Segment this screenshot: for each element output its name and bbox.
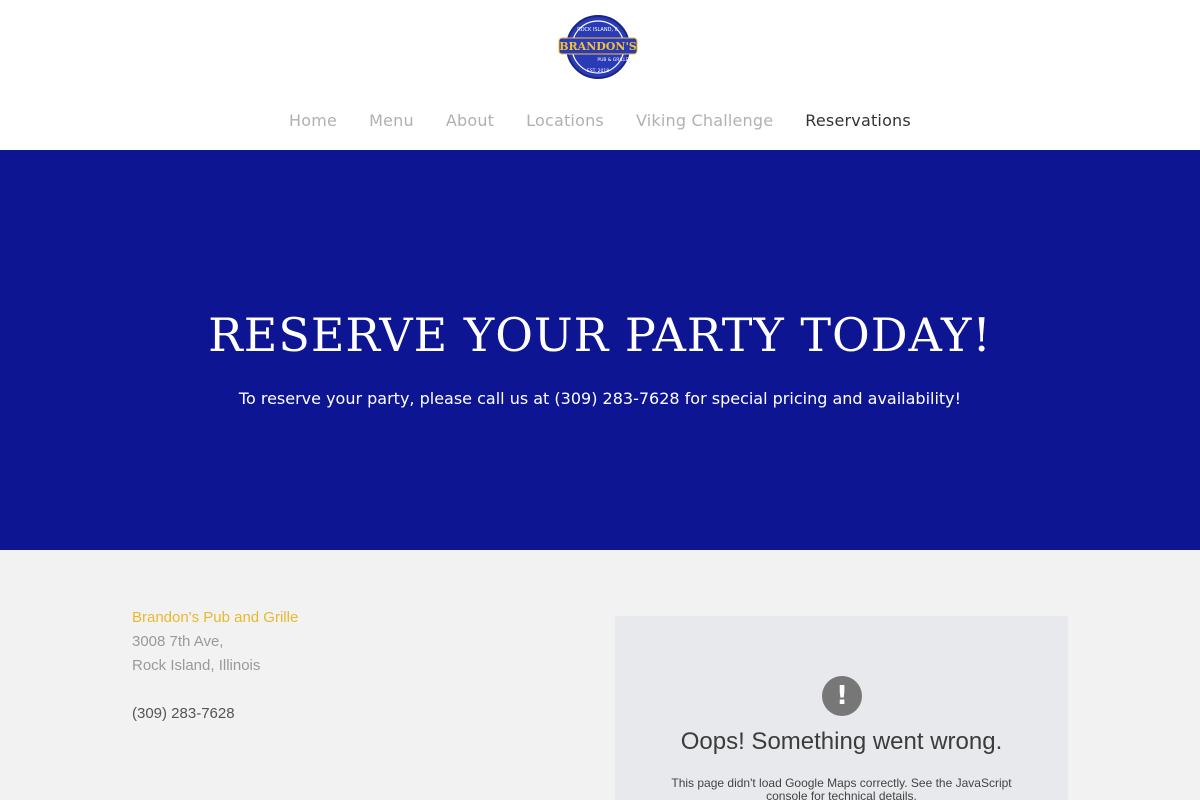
brandons-logo[interactable]: ROCK ISLAND, IL BRANDON'S PUB & GRILLE E… [557,14,639,80]
phone-number[interactable]: (309) 283-7628 [132,702,532,726]
contact-info: Brandon's Pub and Grille 3008 7th Ave, R… [132,606,532,726]
nav-locations[interactable]: Locations [526,111,604,130]
map-error-message: This page didn't load Google Maps correc… [671,776,1012,800]
logo-est: EST. 2018 [587,68,609,74]
nav-home[interactable]: Home [289,111,337,130]
nav-viking-challenge[interactable]: Viking Challenge [636,111,773,130]
hero-banner: RESERVE YOUR PARTY TODAY! To reserve you… [0,150,1200,550]
address-line-1: 3008 7th Ave, [132,633,224,650]
error-icon: ! [822,676,862,716]
map-embed[interactable]: ! Oops! Something went wrong. This page … [615,616,1068,800]
hero-title: RESERVE YOUR PARTY TODAY! [208,308,992,362]
main-nav: Home Menu About Locations Viking Challen… [0,108,1200,132]
nav-about[interactable]: About [446,111,494,130]
logo-sub: PUB & GRILLE [597,57,628,63]
logo-top-text: ROCK ISLAND, IL [577,27,619,33]
hero-subtitle: To reserve your party, please call us at… [238,389,962,408]
nav-menu[interactable]: Menu [369,111,414,130]
map-error-title: Oops! Something went wrong. [680,728,1003,755]
business-name[interactable]: Brandon's Pub and Grille [132,606,532,630]
site-header: ROCK ISLAND, IL BRANDON'S PUB & GRILLE E… [0,0,1200,150]
logo-name: BRANDON'S [559,40,637,53]
nav-reservations[interactable]: Reservations [805,111,911,130]
address-line-2: Rock Island, Illinois [132,657,261,674]
